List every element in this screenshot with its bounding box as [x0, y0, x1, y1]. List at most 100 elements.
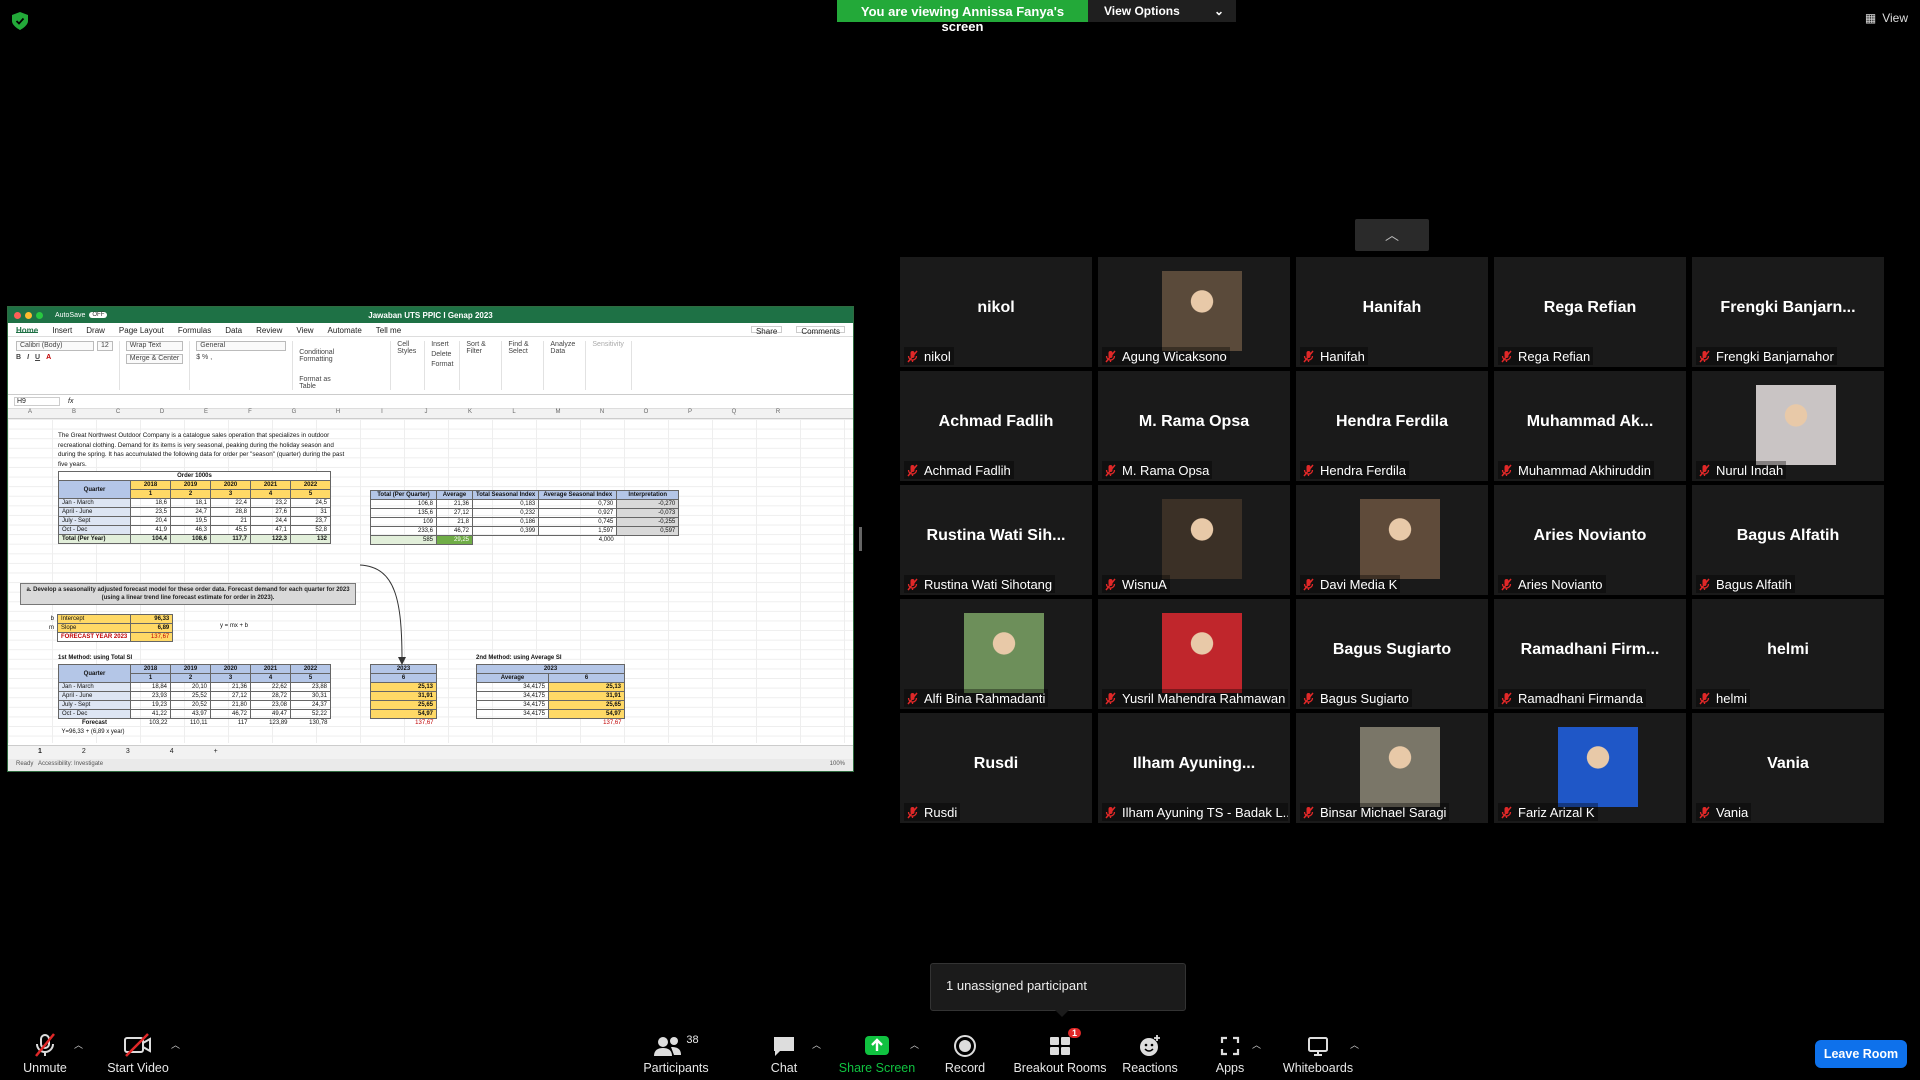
participant-tile[interactable]: helmi helmi — [1692, 599, 1884, 709]
value-cell[interactable]: 22,4 — [210, 498, 251, 508]
underline-button[interactable]: U — [35, 354, 40, 361]
column-letter[interactable]: M — [536, 409, 580, 418]
value-cell[interactable]: 21 — [210, 516, 251, 526]
column-letter[interactable]: B — [52, 409, 96, 418]
value-cell[interactable]: 20,4 — [130, 516, 171, 526]
slope-value[interactable]: 6,89 — [130, 623, 174, 633]
value-cell[interactable]: 19,5 — [170, 516, 211, 526]
column-letter[interactable]: J — [404, 409, 448, 418]
total-label[interactable]: Total (Per Year) — [58, 534, 131, 544]
whiteboards-options-caret-icon[interactable]: ︿ — [1350, 1038, 1359, 1051]
value-cell[interactable]: 54,97 — [370, 709, 437, 719]
participant-tile[interactable]: Bagus Alfatih Bagus Alfatih — [1692, 485, 1884, 595]
apps-button[interactable]: Apps — [1208, 1024, 1252, 1080]
value-cell[interactable]: 122,3 — [250, 534, 291, 544]
slope-label[interactable]: Slope — [56, 623, 132, 633]
conditional-formatting-button[interactable]: Conditional Formatting — [299, 349, 339, 363]
add-sheet-icon[interactable]: + — [214, 748, 218, 757]
value-cell[interactable]: 27,12 — [210, 691, 251, 701]
column-letter[interactable]: N — [580, 409, 624, 418]
participant-tile[interactable]: Muhammad Ak... Muhammad Akhiruddin — [1494, 371, 1686, 481]
value-cell[interactable]: 24,37 — [290, 700, 331, 710]
value-cell[interactable]: 110,11 — [171, 719, 211, 728]
value-cell[interactable]: 23,7 — [290, 516, 331, 526]
value-cell[interactable]: 585 — [370, 535, 437, 545]
value-cell[interactable]: 24,5 — [290, 498, 331, 508]
value-cell[interactable]: 18,1 — [170, 498, 211, 508]
participant-tile[interactable]: Rustina Wati Sih... Rustina Wati Sihotang — [900, 485, 1092, 595]
participant-tile[interactable]: Rusdi Rusdi — [900, 713, 1092, 823]
share-button[interactable]: Share — [750, 326, 783, 336]
column-letter[interactable]: D — [140, 409, 184, 418]
value-cell[interactable]: 54,97 — [548, 709, 625, 719]
video-options-caret-icon[interactable]: ︿ — [171, 1038, 180, 1051]
view-button[interactable]: ▦ View — [1865, 11, 1908, 25]
find-select-button[interactable]: Find & Select — [508, 341, 537, 355]
quarter-cell[interactable]: July - Sept — [58, 516, 131, 526]
quarter-cell[interactable]: April - June — [58, 507, 131, 517]
zoom-level[interactable]: 100% — [830, 761, 845, 769]
forecast-formula[interactable]: Y=96,33 + (6,89 x year) — [59, 728, 211, 737]
intercept-label[interactable]: Intercept — [56, 614, 132, 624]
value-cell[interactable]: 106,8 — [370, 499, 437, 509]
ribbon-tab[interactable]: Page Layout — [119, 326, 164, 335]
value-cell[interactable] — [473, 536, 539, 545]
participant-tile[interactable]: Hendra Ferdila Hendra Ferdila — [1296, 371, 1488, 481]
value-cell[interactable]: 41,22 — [130, 709, 171, 719]
sheet-tab[interactable]: 4 — [170, 748, 174, 757]
value-cell[interactable]: 135,6 — [370, 508, 437, 518]
value-cell[interactable]: 23,93 — [130, 691, 171, 701]
value-cell[interactable]: 31,91 — [370, 691, 437, 701]
quarter-cell[interactable]: Jan - March — [58, 498, 131, 508]
value-cell[interactable]: 25,52 — [170, 691, 211, 701]
value-cell[interactable]: 49,47 — [250, 709, 291, 719]
value-cell[interactable]: 52,8 — [290, 525, 331, 535]
quarter-cell[interactable]: Jan - March — [58, 682, 131, 692]
value-cell[interactable]: 47,1 — [250, 525, 291, 535]
value-cell[interactable]: 28,72 — [250, 691, 291, 701]
participant-tile[interactable]: Yusril Mahendra Rahmawan — [1098, 599, 1290, 709]
value-cell[interactable]: 25,13 — [548, 682, 625, 692]
worksheet-grid[interactable]: The Great Northwest Outdoor Company is a… — [8, 419, 853, 743]
bold-button[interactable]: B — [16, 354, 21, 361]
value-cell[interactable]: 24,7 — [170, 507, 211, 517]
column-letter[interactable]: Q — [712, 409, 756, 418]
value-cell[interactable]: 34,4175 — [476, 691, 549, 701]
value-cell[interactable]: 0,183 — [471, 499, 540, 509]
value-cell[interactable]: 25,65 — [548, 700, 625, 710]
value-cell[interactable]: 20,52 — [170, 700, 211, 710]
value-cell[interactable]: 0,730 — [538, 499, 618, 509]
delete-button[interactable]: Delete — [431, 351, 453, 358]
merge-center-button[interactable]: Merge & Center — [125, 354, 184, 364]
value-cell[interactable]: 0,927 — [538, 508, 618, 518]
value-cell[interactable]: 24,4 — [250, 516, 291, 526]
value-cell[interactable]: 52,22 — [290, 709, 331, 719]
sensitivity-button[interactable]: Sensitivity — [592, 341, 625, 348]
value-cell[interactable]: 22,62 — [250, 682, 291, 692]
font-color-icon[interactable]: A — [46, 354, 51, 361]
ribbon-tab[interactable]: Review — [256, 326, 282, 335]
value-cell[interactable]: 0,399 — [471, 526, 540, 536]
column-letter[interactable]: R — [756, 409, 800, 418]
unassigned-participant-popup[interactable]: 1 unassigned participant — [930, 963, 1186, 1017]
column-letter[interactable]: A — [8, 409, 52, 418]
value-cell[interactable]: 132 — [290, 534, 331, 544]
ribbon-tab[interactable]: Home — [16, 326, 39, 335]
sheet-tab[interactable]: 2 — [82, 748, 86, 757]
value-cell[interactable] — [617, 536, 679, 545]
value-cell[interactable]: 34,4175 — [476, 700, 549, 710]
participant-tile[interactable]: Ilham Ayuning... Ilham Ayuning TS - Badak… — [1098, 713, 1290, 823]
value-cell[interactable]: 31 — [290, 507, 331, 517]
value-cell[interactable]: 21,36 — [436, 499, 473, 509]
value-cell[interactable]: 21,8 — [436, 517, 473, 527]
value-cell[interactable]: 21,36 — [210, 682, 251, 692]
ribbon-tab[interactable]: Automate — [328, 326, 362, 335]
column-letter[interactable]: C — [96, 409, 140, 418]
value-cell[interactable]: 233,6 — [370, 526, 437, 536]
value-cell[interactable]: 41,9 — [130, 525, 171, 535]
value-cell[interactable]: 137,67 — [549, 719, 625, 728]
column-letter[interactable]: G — [272, 409, 316, 418]
share-options-caret-icon[interactable]: ︿ — [910, 1038, 919, 1051]
ribbon-tab[interactable]: Data — [225, 326, 242, 335]
participant-tile[interactable]: Agung Wicaksono — [1098, 257, 1290, 367]
